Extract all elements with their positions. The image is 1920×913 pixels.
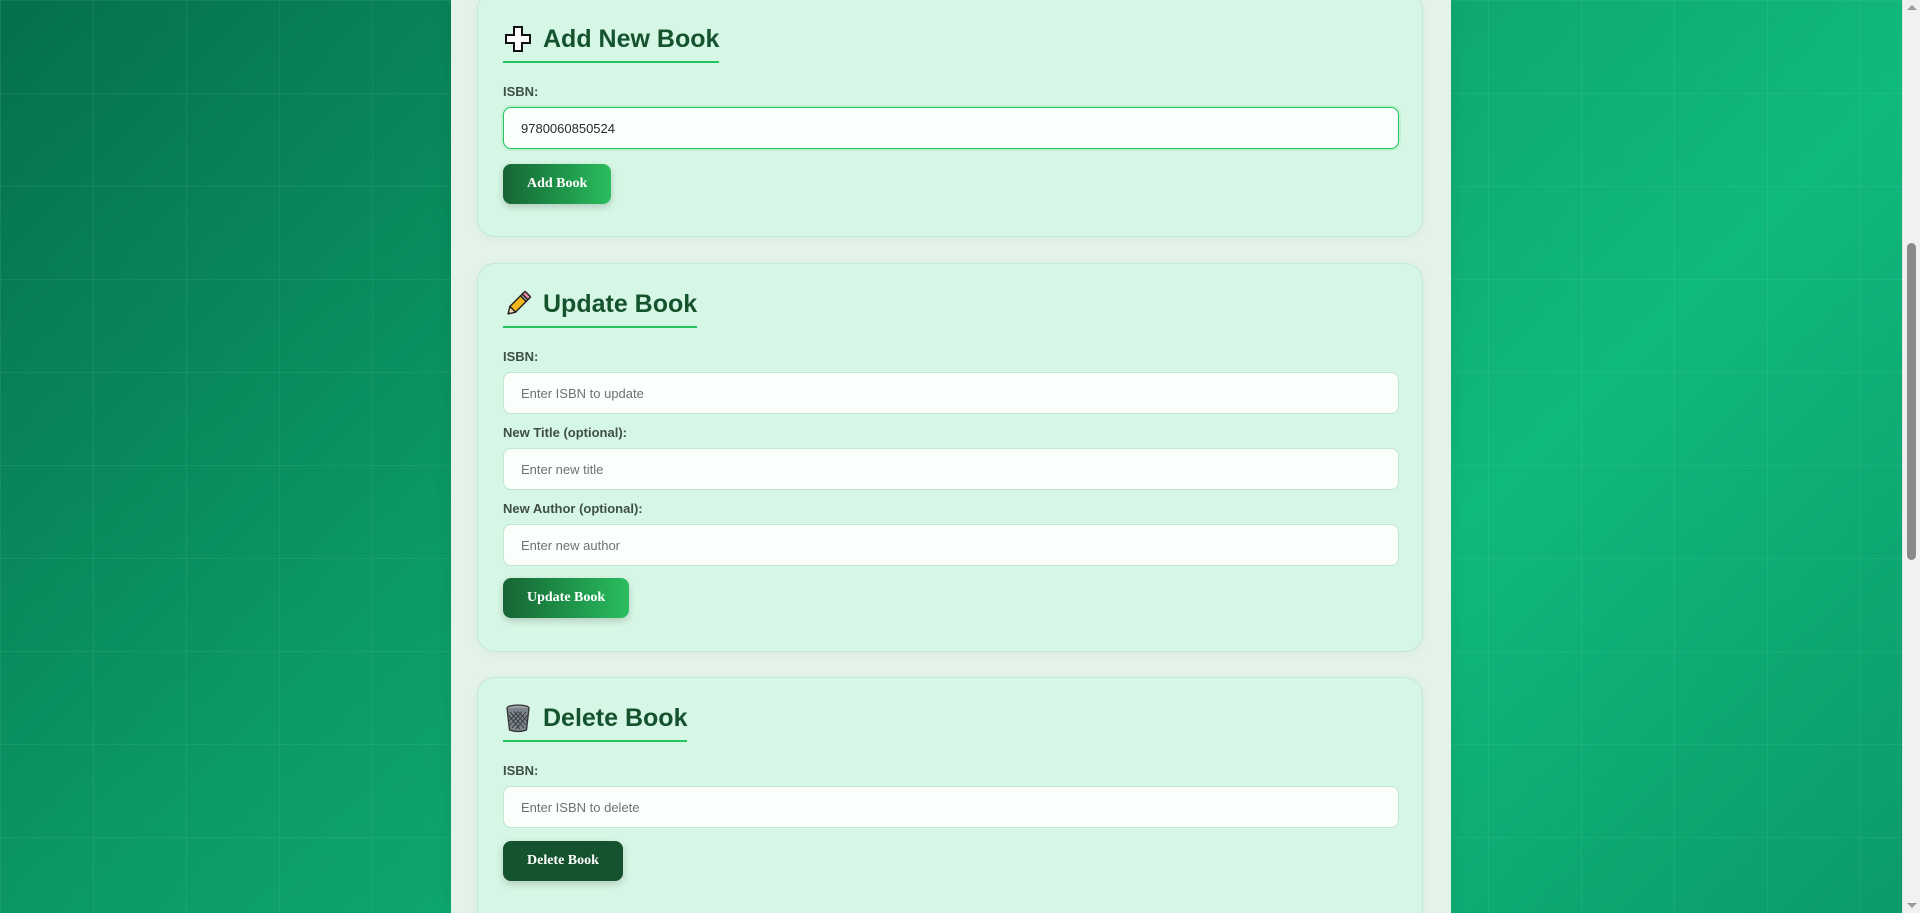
update-isbn-input[interactable] (503, 372, 1399, 414)
delete-isbn-input[interactable] (503, 786, 1399, 828)
add-isbn-input[interactable] (503, 107, 1399, 149)
delete-book-title: Delete Book (543, 703, 688, 732)
page-scrollbar[interactable] (1902, 0, 1920, 913)
scroll-down-arrow-icon[interactable] (1907, 903, 1917, 908)
scroll-thumb[interactable] (1907, 243, 1916, 560)
new-author-label: New Author (optional): (503, 501, 643, 516)
main-container: Add New Book ISBN: Add Book Upda (451, 0, 1451, 913)
scroll-up-arrow-icon[interactable] (1907, 5, 1917, 10)
update-book-button[interactable]: Update Book (503, 578, 630, 618)
delete-isbn-label: ISBN: (503, 763, 539, 778)
update-book-title: Update Book (543, 289, 698, 318)
new-author-input[interactable] (503, 524, 1399, 566)
pencil-icon (503, 289, 533, 319)
update-book-heading: Update Book (503, 289, 698, 328)
new-title-input[interactable] (503, 448, 1399, 490)
delete-book-heading: Delete Book (503, 703, 688, 742)
add-book-button[interactable]: Add Book (503, 164, 612, 204)
add-book-card: Add New Book ISBN: Add Book (477, 0, 1423, 237)
plus-icon (503, 24, 533, 54)
add-isbn-label: ISBN: (503, 84, 539, 99)
update-book-card: Update Book ISBN: New Title (optional): … (477, 263, 1423, 652)
wastebasket-icon (503, 703, 533, 733)
update-isbn-label: ISBN: (503, 349, 539, 364)
add-book-heading: Add New Book (503, 24, 720, 63)
delete-book-card: Delete Book ISBN: Delete Book (477, 677, 1423, 913)
delete-book-button[interactable]: Delete Book (503, 841, 623, 881)
new-title-label: New Title (optional): (503, 425, 627, 440)
add-book-title: Add New Book (543, 24, 720, 53)
